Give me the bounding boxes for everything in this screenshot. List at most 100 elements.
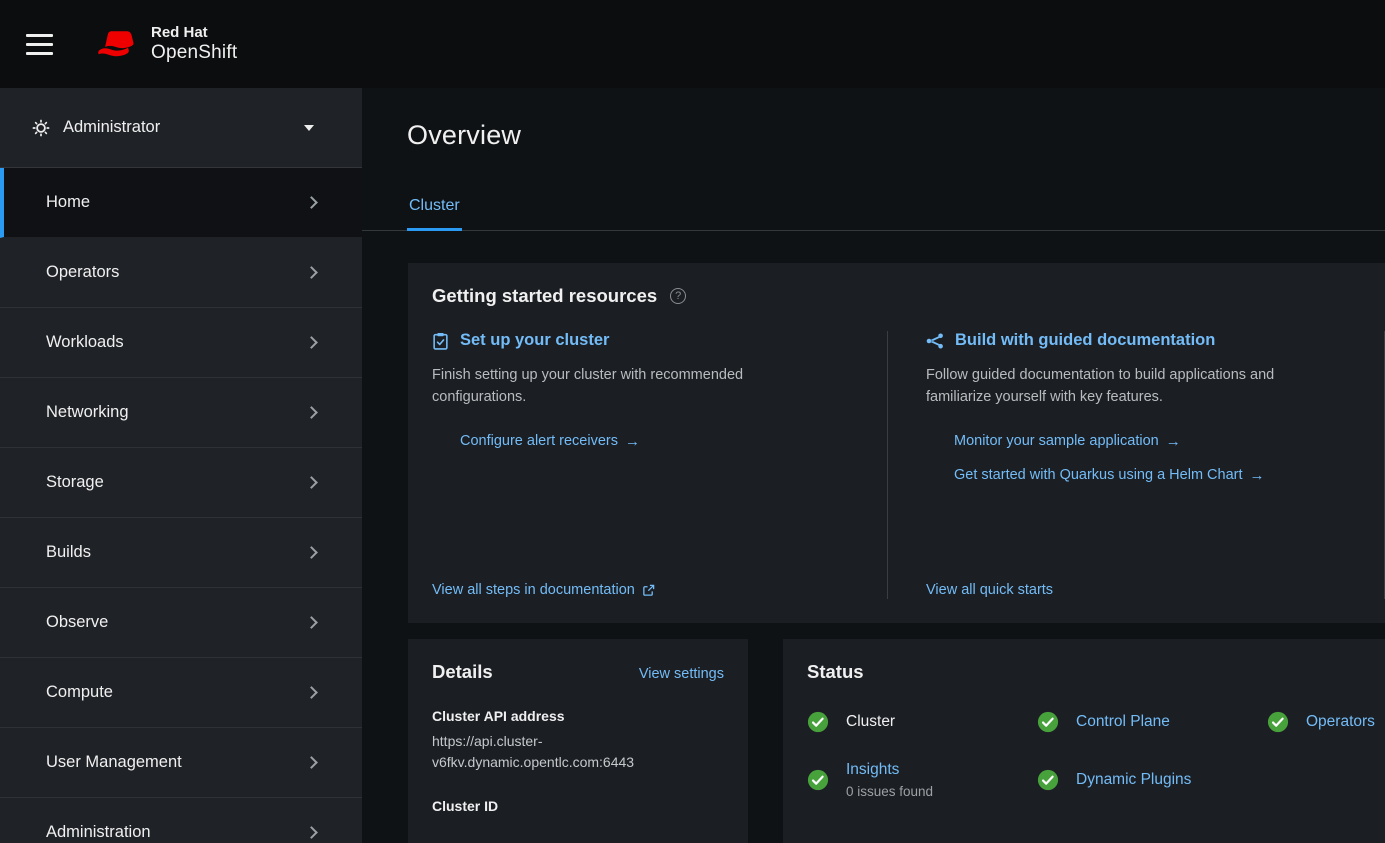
status-item-dynamic-plugins: Dynamic Plugins [1037,761,1267,799]
sidebar-item-operators[interactable]: Operators [0,238,362,308]
sidebar-item-label: User Management [46,753,182,772]
sidebar-item-compute[interactable]: Compute [0,658,362,728]
sidebar-item-label: Operators [46,263,119,282]
status-grid: Cluster Control Plane [807,711,1385,799]
sidebar-item-builds[interactable]: Builds [0,518,362,588]
menu-bar [26,34,53,37]
sidebar-item-label: Storage [46,473,104,492]
menu-toggle-icon[interactable] [26,27,64,61]
check-circle-icon [807,769,829,791]
details-header: Details View settings [432,661,724,683]
getting-started-title: Getting started resources [432,285,657,307]
sidebar-item-user-management[interactable]: User Management [0,728,362,798]
guided-documentation-icon [926,333,944,349]
quarkus-helm-chart-link[interactable]: Get started with Quarkus using a Helm Ch… [954,467,1364,484]
page-title: Overview [407,120,1340,151]
status-label-cluster: Cluster [846,713,895,731]
section-links: Monitor your sample application → Get st… [954,433,1364,484]
arrow-right-icon: → [1166,433,1181,450]
sidebar-item-label: Home [46,193,90,212]
sidebar-item-home[interactable]: Home [0,168,362,238]
red-hat-icon [98,29,140,59]
guided-documentation-heading: Build with guided documentation [926,331,1364,350]
brand-line1: Red Hat [151,24,237,42]
status-item-insights: Insights 0 issues found [807,761,1037,799]
view-settings-link[interactable]: View settings [639,666,724,682]
chevron-right-icon [305,476,318,489]
chevron-right-icon [305,546,318,559]
chevron-right-icon [305,336,318,349]
check-circle-icon [807,711,829,733]
chevron-right-icon [305,196,318,209]
sidebar-item-observe[interactable]: Observe [0,588,362,658]
set-up-cluster-heading: Set up your cluster [432,331,853,350]
status-item-cluster: Cluster [807,711,1037,733]
brand-line2: OpenShift [151,42,237,64]
section-guided-documentation: Build with guided documentation Follow g… [887,331,1384,599]
insights-link[interactable]: Insights [846,761,899,778]
section-description: Follow guided documentation to build app… [926,364,1314,409]
gear-icon [32,119,50,137]
body-row: Administrator Home Operators Workloads N… [0,88,1385,843]
section-footer: View all steps in documentation [432,581,853,599]
main-content: Overview Cluster Getting started resourc… [362,88,1385,843]
section-title: Build with guided documentation [955,331,1215,350]
overview-dashboard: Getting started resources ? [362,231,1385,843]
operators-link[interactable]: Operators [1306,713,1375,731]
dynamic-plugins-link[interactable]: Dynamic Plugins [1076,771,1191,789]
arrow-right-icon: → [1250,467,1265,484]
control-plane-link[interactable]: Control Plane [1076,713,1170,731]
brand-logo[interactable]: Red Hat OpenShift [98,24,237,64]
field-value-cluster-api: https://api.cluster-v6fkv.dynamic.opentl… [432,731,684,773]
section-links: Configure alert receivers → [460,433,853,450]
sidebar-item-label: Observe [46,613,108,632]
sidebar-item-workloads[interactable]: Workloads [0,308,362,378]
question-mark-glyph: ? [675,290,681,302]
status-item-operators: Operators [1267,711,1385,733]
status-card: Status View alerts Cluster [783,639,1385,843]
section-set-up-cluster: Set up your cluster Finish setting up yo… [432,331,887,599]
status-header: Status View alerts [807,661,1385,683]
sidebar-item-storage[interactable]: Storage [0,448,362,518]
link-label: Configure alert receivers [460,433,618,449]
perspective-switcher[interactable]: Administrator [0,88,362,167]
sidebar-item-networking[interactable]: Networking [0,378,362,448]
perspective-label: Administrator [63,118,160,137]
chevron-right-icon [305,406,318,419]
sidebar-item-label: Administration [46,823,151,842]
field-label-cluster-api: Cluster API address [432,708,724,724]
sidebar: Administrator Home Operators Workloads N… [0,88,362,843]
chevron-right-icon [305,756,318,769]
brand-text: Red Hat OpenShift [151,24,237,64]
caret-down-icon [304,125,314,131]
section-title: Set up your cluster [460,331,609,350]
sidebar-item-administration[interactable]: Administration [0,798,362,843]
check-circle-icon [1267,711,1289,733]
section-footer: View all quick starts [926,581,1364,599]
view-all-quick-starts-link[interactable]: View all quick starts [926,582,1053,598]
chevron-right-icon [305,616,318,629]
arrow-right-icon: → [625,433,640,450]
view-all-steps-link[interactable]: View all steps in documentation [432,582,655,598]
page-header: Overview [362,88,1385,165]
tab-cluster[interactable]: Cluster [407,165,462,231]
status-item-control-plane: Control Plane [1037,711,1267,733]
tab-bar: Cluster [362,165,1385,231]
section-description: Finish setting up your cluster with reco… [432,364,772,409]
details-title: Details [432,661,493,683]
insights-issues-count: 0 issues found [846,784,933,799]
getting-started-card: Getting started resources ? [408,263,1385,623]
field-label-cluster-id: Cluster ID [432,798,724,814]
help-icon[interactable]: ? [670,288,686,304]
getting-started-header: Getting started resources ? [432,285,1385,307]
sidebar-item-label: Builds [46,543,91,562]
menu-bar [26,52,53,55]
check-circle-icon [1037,711,1059,733]
insights-text-block: Insights 0 issues found [846,761,933,799]
sidebar-item-label: Networking [46,403,129,422]
link-label: View all steps in documentation [432,582,635,598]
link-label: Monitor your sample application [954,433,1159,449]
status-title: Status [807,661,864,683]
configure-alert-receivers-link[interactable]: Configure alert receivers → [460,433,853,450]
monitor-sample-application-link[interactable]: Monitor your sample application → [954,433,1364,450]
